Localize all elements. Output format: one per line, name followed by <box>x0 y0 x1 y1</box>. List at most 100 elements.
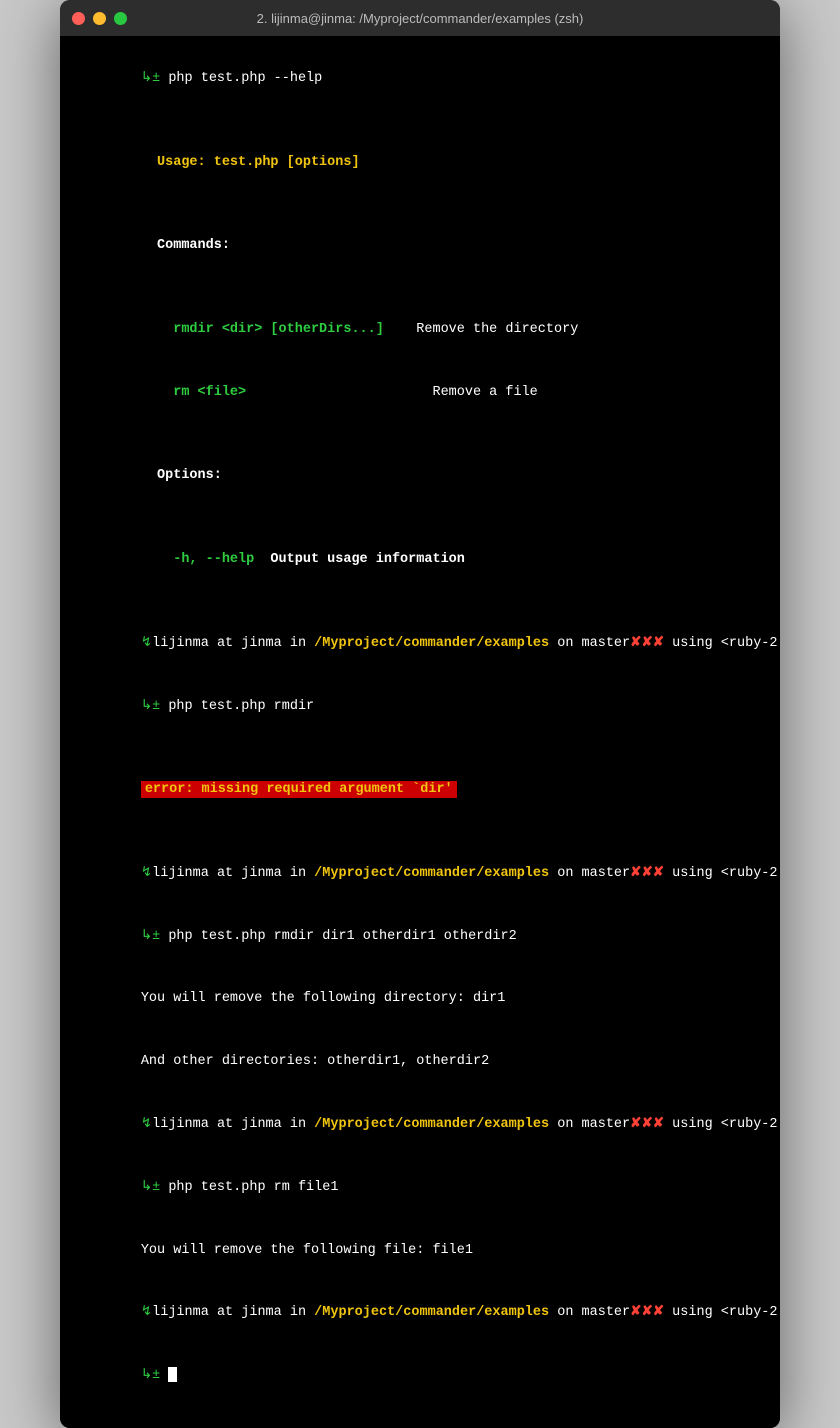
blank-line <box>76 822 764 843</box>
prompt-ruby-2: <ruby-2.1.5> <box>721 866 780 881</box>
prompt-ruby-1: <ruby-2.1.5> <box>721 636 780 651</box>
prompt-symbol-1: ↳± <box>141 699 169 714</box>
error-line: error: missing required argument `dir' <box>76 759 764 822</box>
prompt-at-1: at <box>209 636 241 651</box>
prompt-branch-3: master <box>582 1117 631 1132</box>
traffic-lights <box>72 12 127 25</box>
prompt-user-2: lijinma <box>152 866 209 881</box>
prompt-branch-4: master <box>582 1305 631 1320</box>
prompt-in-3: in <box>282 1117 314 1132</box>
prompt-on-4: on <box>549 1305 581 1320</box>
prompt-using-2: using <box>664 866 721 881</box>
prompt-on-3: on <box>549 1117 581 1132</box>
minimize-button[interactable] <box>93 12 106 25</box>
blank-line <box>76 111 764 132</box>
cmd-rmdir-desc: Remove the directory <box>384 322 578 337</box>
prompt-at-3: at <box>209 1117 241 1132</box>
blank-line <box>76 738 764 759</box>
command-text: php test.php --help <box>168 71 322 86</box>
prompt-user-1: lijinma <box>152 636 209 651</box>
option-help-line: -h, --help Output usage information <box>76 529 764 592</box>
cmd-line-2: ↳± php test.php rmdir dir1 otherdir1 oth… <box>76 906 764 969</box>
usage-line: Usage: test.php [options] <box>76 132 764 195</box>
prompt-path-2: /Myproject/commander/examples <box>314 866 549 881</box>
output-text-1: You will remove the following directory:… <box>141 991 506 1006</box>
options-header: Options: <box>141 468 222 483</box>
cursor-line: ↳± <box>76 1345 764 1408</box>
cmd-rm: rm <file> <box>141 385 246 400</box>
prompt-on-1: on <box>549 636 581 651</box>
blank-line <box>76 508 764 529</box>
prompt-arrow-4: ↯ <box>141 1305 152 1320</box>
prompt-arrow-1: ↯ <box>141 636 152 651</box>
commands-header: Commands: <box>141 238 230 253</box>
blank-line <box>76 425 764 446</box>
options-header-line: Options: <box>76 446 764 509</box>
terminal-body[interactable]: ↳± php test.php --help Usage: test.php [… <box>60 36 780 1428</box>
prompt-ruby-3: <ruby-2.1.5> <box>721 1117 780 1132</box>
prompt-at-2: at <box>209 866 241 881</box>
blank-line <box>76 194 764 215</box>
window-container: 2. lijinma@jinma: /Myproject/commander/e… <box>60 0 780 1428</box>
prompt-path-1: /Myproject/commander/examples <box>314 636 549 651</box>
output-line-2: And other directories: otherdir1, otherd… <box>76 1031 764 1094</box>
usage-label <box>141 155 157 170</box>
option-h: -h, --help <box>141 552 254 567</box>
cmd-rm-desc: Remove a file <box>246 385 538 400</box>
prompt-line-3: ↯lijinma at jinma in /Myproject/commande… <box>76 1094 764 1157</box>
prompt-branch-1: master <box>582 636 631 651</box>
title-bar: 2. lijinma@jinma: /Myproject/commander/e… <box>60 0 780 36</box>
cmd-2: php test.php rmdir dir1 otherdir1 otherd… <box>168 929 516 944</box>
prompt-host-3: jinma <box>241 1117 282 1132</box>
prompt-using-4: using <box>664 1305 721 1320</box>
prompt-host-4: jinma <box>241 1305 282 1320</box>
prompt-host-2: jinma <box>241 866 282 881</box>
error-message: error: missing required argument `dir' <box>141 781 457 798</box>
terminal-window: 2. lijinma@jinma: /Myproject/commander/e… <box>60 0 780 1428</box>
prompt-path-4: /Myproject/commander/examples <box>314 1305 549 1320</box>
window-title: 2. lijinma@jinma: /Myproject/commander/e… <box>257 11 584 26</box>
blank-line <box>76 592 764 613</box>
close-button[interactable] <box>72 12 85 25</box>
option-h-desc: Output usage information <box>254 552 465 567</box>
blank-line <box>76 278 764 299</box>
prompt-xxx-3: ✘✘✘ <box>630 1117 664 1132</box>
prompt-in-1: in <box>282 636 314 651</box>
prompt-line-1: ↯lijinma at jinma in /Myproject/commande… <box>76 613 764 676</box>
prompt-line-2: ↯lijinma at jinma in /Myproject/commande… <box>76 843 764 906</box>
cmd-line-3: ↳± php test.php rm file1 <box>76 1157 764 1220</box>
prompt-user-3: lijinma <box>152 1117 209 1132</box>
prompt-in-4: in <box>282 1305 314 1320</box>
command-rmdir-line: rmdir <dir> [otherDirs...] Remove the di… <box>76 299 764 362</box>
output-text-2: And other directories: otherdir1, otherd… <box>141 1054 489 1069</box>
cursor-block <box>168 1367 177 1382</box>
cmd-rmdir: rmdir <dir> [otherDirs...] <box>141 322 384 337</box>
prompt-using-3: using <box>664 1117 721 1132</box>
prompt-icon: ↳± <box>141 71 169 86</box>
maximize-button[interactable] <box>114 12 127 25</box>
prompt-line-4: ↯lijinma at jinma in /Myproject/commande… <box>76 1282 764 1345</box>
prompt-arrow-3: ↯ <box>141 1117 152 1132</box>
prompt-branch-2: master <box>582 866 631 881</box>
prompt-xxx-1: ✘✘✘ <box>630 636 664 651</box>
usage-text: Usage: test.php [options] <box>157 155 360 170</box>
cmd-1: php test.php rmdir <box>168 699 314 714</box>
commands-header-line: Commands: <box>76 215 764 278</box>
terminal-line: ↳± php test.php --help <box>76 48 764 111</box>
prompt-at-4: at <box>209 1305 241 1320</box>
prompt-symbol-cursor: ↳± <box>141 1368 169 1383</box>
prompt-using-1: using <box>664 636 721 651</box>
prompt-arrow-2: ↯ <box>141 866 152 881</box>
prompt-xxx-2: ✘✘✘ <box>630 866 664 881</box>
prompt-symbol-3: ↳± <box>141 1180 169 1195</box>
prompt-in-2: in <box>282 866 314 881</box>
prompt-on-2: on <box>549 866 581 881</box>
prompt-user-4: lijinma <box>152 1305 209 1320</box>
prompt-host-1: jinma <box>241 636 282 651</box>
prompt-path-3: /Myproject/commander/examples <box>314 1117 549 1132</box>
prompt-xxx-4: ✘✘✘ <box>630 1305 664 1320</box>
output-line-3: You will remove the following file: file… <box>76 1220 764 1283</box>
prompt-symbol-2: ↳± <box>141 929 169 944</box>
cmd-3: php test.php rm file1 <box>168 1180 338 1195</box>
output-line-1: You will remove the following directory:… <box>76 969 764 1032</box>
